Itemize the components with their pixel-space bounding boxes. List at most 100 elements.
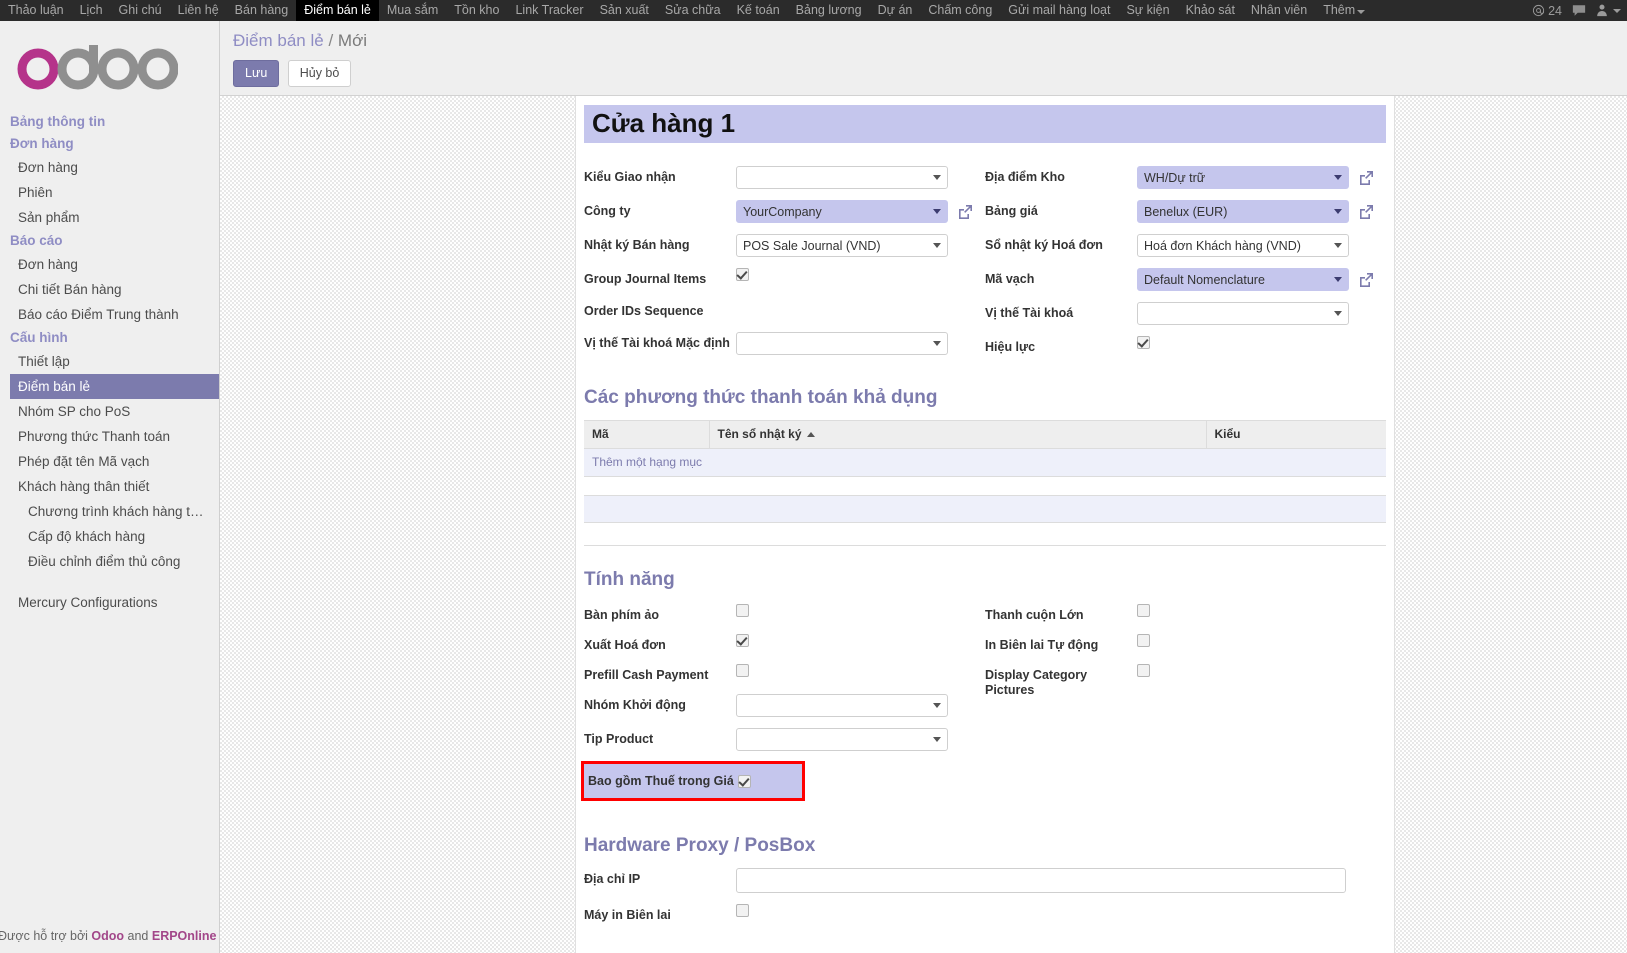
nav-item-13[interactable]: Dự án — [870, 0, 921, 21]
picking-type-field-row: Kiểu Giao nhận — [584, 166, 985, 189]
nav-item-8[interactable]: Link Tracker — [507, 0, 591, 21]
nav-item-5[interactable]: Điểm bán lẻ — [296, 0, 379, 21]
nav-item-0[interactable]: Thảo luận — [0, 0, 72, 21]
chevron-down-icon — [1334, 175, 1342, 180]
sidebar-item-16[interactable]: Chương trình khách hàng t… — [10, 499, 219, 524]
sidebar-item-7[interactable]: Chi tiết Bán hàng — [10, 277, 219, 302]
sale-journal-field[interactable]: POS Sale Journal (VND) — [736, 234, 948, 257]
mention-count: 24 — [1548, 3, 1562, 18]
sidebar-item-18[interactable]: Điều chỉnh điểm thủ công — [10, 549, 219, 574]
pricelist-field[interactable]: Benelux (EUR) — [1137, 200, 1349, 223]
features-right-column: Thanh cuộn Lớn In Biên lai Tự động Display… — [985, 604, 1386, 762]
default-fiscal-position-field[interactable] — [736, 332, 948, 355]
nav-item-3[interactable]: Liên hệ — [170, 0, 227, 21]
nav-item-9[interactable]: Sản xuất — [592, 0, 657, 21]
table-row[interactable]: Thêm một hạng mục — [584, 448, 1386, 477]
footer-odoo-link[interactable]: Odoo — [91, 929, 124, 943]
picking-type-field[interactable] — [736, 166, 948, 189]
nav-item-16[interactable]: Sự kiện — [1118, 0, 1177, 21]
main-content: Điểm bán lẻ / Mới Lưu Hủy bỏ Cửa hàng 1 … — [220, 21, 1627, 953]
start-category-field[interactable] — [736, 694, 948, 717]
external-link-glyph — [1360, 170, 1373, 185]
odoo-logo[interactable] — [0, 21, 219, 111]
nav-item-4[interactable]: Bán hàng — [227, 0, 297, 21]
chevron-down-icon — [1334, 243, 1342, 248]
invoice-journal-field[interactable]: Hoá đơn Khách hàng (VND) — [1137, 234, 1349, 257]
features-heading: Tính năng — [584, 569, 675, 590]
pricelist-field-external-link-icon[interactable] — [1358, 204, 1374, 220]
payment-methods-table: Mã Tên sổ nhật ký Kiểu Thêm một hạng mục — [584, 420, 1386, 523]
company-field-external-link-icon[interactable] — [957, 204, 973, 220]
at-sign-glyph — [1533, 4, 1545, 17]
tip-product-field[interactable] — [736, 728, 948, 751]
nav-item-18[interactable]: Nhân viên — [1243, 0, 1315, 21]
sidebar-item-12[interactable]: Nhóm SP cho PoS — [10, 399, 219, 424]
add-record-link[interactable]: Thêm một hạng mục — [584, 448, 1386, 477]
nav-item-11[interactable]: Kế toán — [729, 0, 788, 21]
at-sign-icon[interactable]: 24 — [1532, 4, 1562, 18]
save-button[interactable]: Lưu — [233, 60, 280, 87]
barcode-nomenclature-field-external-link-icon[interactable] — [1358, 272, 1374, 288]
navbar-right-cluster: 24 — [1532, 0, 1621, 21]
nav-item-10[interactable]: Sửa chữa — [657, 0, 729, 21]
nav-item-2[interactable]: Ghi chú — [111, 0, 170, 21]
invoicing-checkbox[interactable] — [736, 634, 749, 647]
control-panel: Điểm bán lẻ / Mới Lưu Hủy bỏ — [220, 21, 1627, 96]
discard-button[interactable]: Hủy bỏ — [287, 60, 352, 87]
chat-bubble-icon[interactable] — [1572, 4, 1586, 17]
column-header-0[interactable]: Mã — [584, 421, 710, 449]
sidebar-item-6[interactable]: Đơn hàng — [10, 252, 219, 277]
large-scrollbars-checkbox[interactable] — [1137, 604, 1150, 617]
display-category-pictures-checkbox-label: Display Category Pictures — [985, 668, 1088, 697]
features-left-column: Bàn phím ảo Xuất Hoá đơn Prefill Cash Paym… — [584, 604, 985, 762]
ip-address-input[interactable] — [736, 868, 1346, 893]
pricelist-field-text: Benelux (EUR) — [1144, 205, 1228, 219]
sidebar-item-17[interactable]: Cấp độ khách hàng — [10, 524, 219, 549]
sidebar-item-3[interactable]: Phiên — [10, 180, 219, 205]
sidebar-item-10[interactable]: Thiết lập — [10, 349, 219, 374]
column-header-1[interactable]: Tên sổ nhật ký — [709, 421, 1207, 449]
breadcrumb-root[interactable]: Điểm bán lẻ — [233, 31, 324, 50]
active-checkbox[interactable] — [1137, 336, 1150, 349]
receipt-printer-checkbox[interactable] — [736, 904, 749, 917]
user-menu-icon[interactable] — [1596, 4, 1621, 17]
fiscal-position-field[interactable] — [1137, 302, 1349, 325]
nav-item-17[interactable]: Khảo sát — [1178, 0, 1243, 21]
sidebar-item-11[interactable]: Điểm bán lẻ — [10, 374, 219, 399]
nav-item-12[interactable]: Bảng lương — [788, 0, 870, 21]
display-category-pictures-checkbox[interactable] — [1137, 664, 1150, 677]
pricelist-field-row: Bảng giá Benelux (EUR) — [985, 200, 1386, 223]
sidebar-item-19[interactable]: Mercury Configurations — [10, 590, 219, 615]
nav-item-19[interactable]: Thêm — [1315, 0, 1373, 21]
nav-item-15[interactable]: Gửi mail hàng loạt — [1000, 0, 1118, 21]
active-checkbox-value — [1137, 336, 1386, 349]
group-journal-items-checkbox[interactable] — [736, 268, 749, 281]
prefill-cash-payment-checkbox[interactable] — [736, 664, 749, 677]
pricelist-field-label: Bảng giá — [985, 204, 1038, 218]
nav-item-6[interactable]: Mua sắm — [379, 0, 446, 21]
stock-location-field-external-link-icon[interactable] — [1358, 170, 1374, 186]
column-header-2[interactable]: Kiểu — [1206, 421, 1386, 449]
barcode-nomenclature-field[interactable]: Default Nomenclature — [1137, 268, 1349, 291]
virtual-keyboard-checkbox[interactable] — [736, 604, 749, 617]
stock-location-field[interactable]: WH/Dự trữ — [1137, 166, 1349, 189]
tax-included-in-price-checkbox[interactable] — [738, 774, 751, 788]
footer-erponline-link[interactable]: ERPOnline — [152, 929, 217, 943]
nav-item-7[interactable]: Tồn kho — [446, 0, 507, 21]
nav-item-1[interactable]: Lịch — [72, 0, 111, 21]
auto-print-receipt-checkbox[interactable] — [1137, 634, 1150, 647]
sidebar-item-2[interactable]: Đơn hàng — [10, 155, 219, 180]
sidebar-item-8[interactable]: Báo cáo Điểm Trung thành — [10, 302, 219, 327]
sidebar-item-15[interactable]: Khách hàng thân thiết — [10, 474, 219, 499]
chevron-down-icon — [933, 737, 941, 742]
group-journal-items-checkbox-value — [736, 268, 985, 281]
record-title[interactable]: Cửa hàng 1 — [584, 105, 1386, 143]
sidebar-item-13[interactable]: Phương thức Thanh toán — [10, 424, 219, 449]
sidebar-item-4[interactable]: Sản phẩm — [10, 205, 219, 230]
company-field-row: Công ty YourCompany — [584, 200, 985, 223]
default-fiscal-position-field-value — [736, 332, 985, 355]
sidebar-item-14[interactable]: Phép đặt tên Mã vạch — [10, 449, 219, 474]
company-field[interactable]: YourCompany — [736, 200, 948, 223]
nav-item-14[interactable]: Chấm công — [920, 0, 1000, 21]
fiscal-position-field-label: Vị thế Tài khoá — [985, 306, 1074, 320]
